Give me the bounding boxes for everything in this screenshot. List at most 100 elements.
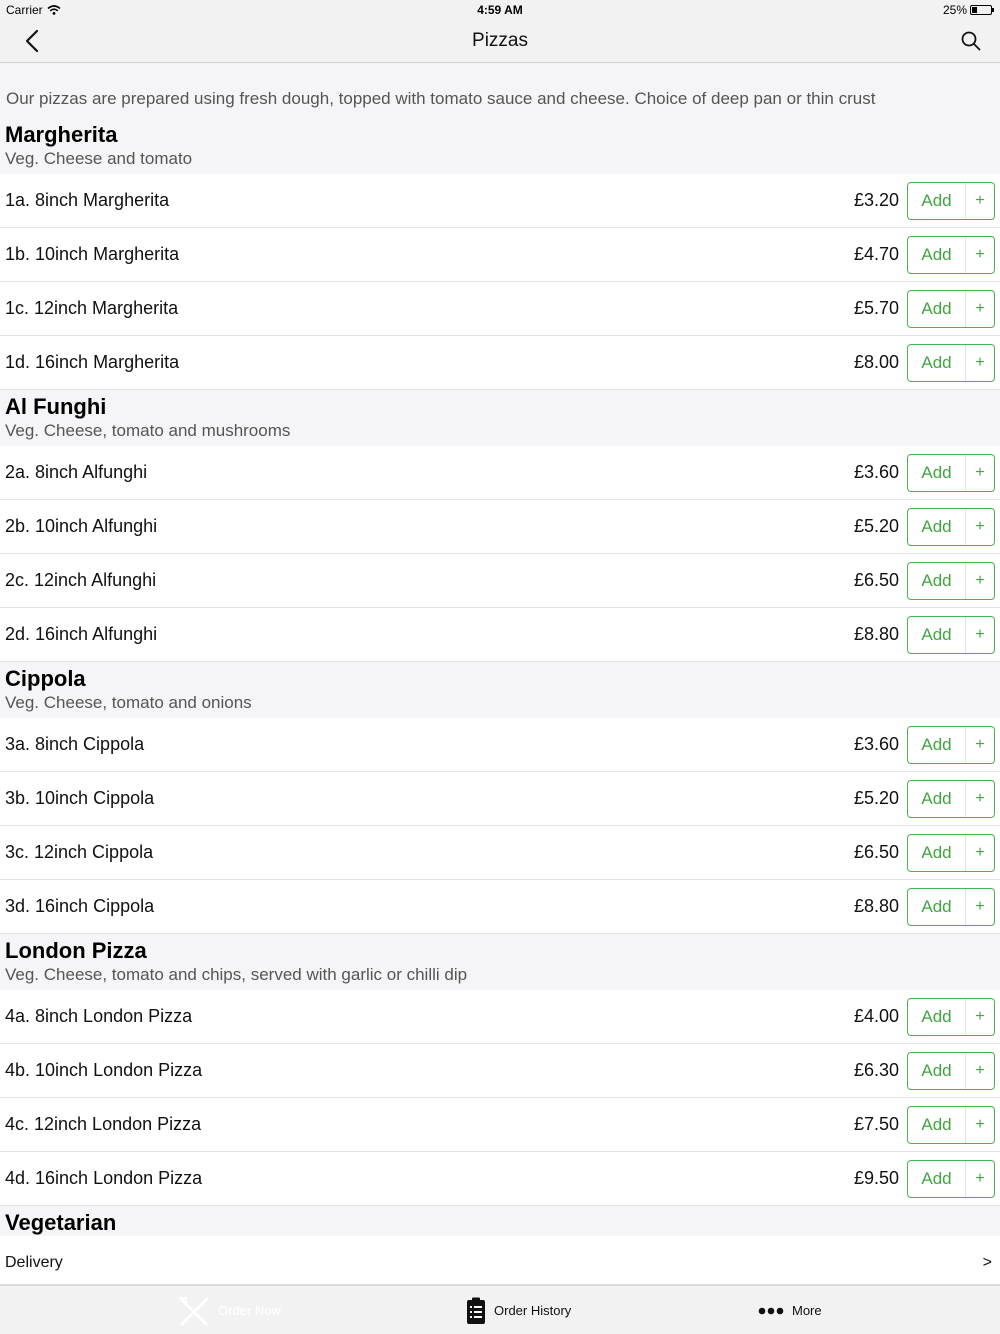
menu-item-row[interactable]: 2b. 10inch Alfunghi £5.20 Add +: [0, 500, 1000, 554]
item-price: £5.20: [853, 788, 899, 808]
tab-bar: Order Now Order History More: [0, 1285, 1000, 1334]
section-title: Margherita: [5, 122, 118, 147]
search-icon[interactable]: [960, 30, 982, 52]
add-button[interactable]: Add +: [907, 454, 995, 492]
item-price: £5.20: [853, 516, 899, 536]
section-header: Vegetarian: [0, 1206, 1000, 1236]
item-name: 4c. 12inch London Pizza: [5, 1114, 202, 1134]
menu-sections: Margherita Veg. Cheese and tomato 1a. 8inc…: [0, 118, 1000, 1236]
add-button-label: Add: [908, 455, 966, 491]
menu-item-row[interactable]: 3b. 10inch Cippola £5.20 Add +: [0, 772, 1000, 826]
battery-indicator: 25%: [942, 3, 994, 17]
delivery-option[interactable]: Delivery >: [0, 1241, 1000, 1285]
item-name: 3a. 8inch Cippola: [5, 734, 145, 754]
menu-item-row[interactable]: 3d. 16inch Cippola £8.80 Add +: [0, 880, 1000, 934]
add-button[interactable]: Add +: [907, 726, 995, 764]
section-header: London Pizza Veg. Cheese, tomato and chip…: [0, 934, 1000, 990]
item-price: £5.70: [853, 298, 899, 318]
add-button[interactable]: Add +: [907, 616, 995, 654]
item-price: £4.00: [853, 1006, 899, 1026]
menu-item-row[interactable]: 4c. 12inch London Pizza £7.50 Add +: [0, 1098, 1000, 1152]
menu-item-row[interactable]: 2d. 16inch Alfunghi £8.80 Add +: [0, 608, 1000, 662]
menu-item-row[interactable]: 1a. 8inch Margherita £3.20 Add +: [0, 174, 1000, 228]
item-name: 2b. 10inch Alfunghi: [5, 516, 158, 536]
item-price: £8.00: [853, 352, 899, 372]
menu-list[interactable]: Our pizzas are prepared using fresh doug…: [0, 63, 1000, 1241]
item-name: 3d. 16inch Cippola: [5, 896, 155, 916]
add-button-label: Add: [908, 835, 966, 871]
plus-icon: +: [975, 1062, 985, 1079]
section-description: Veg. Cheese, tomato and chips, served wi…: [5, 965, 468, 984]
section-header: Al Funghi Veg. Cheese, tomato and mushroo…: [0, 390, 1000, 446]
item-price: £3.60: [853, 734, 899, 754]
add-button[interactable]: Add +: [907, 1160, 995, 1198]
item-name: 2d. 16inch Alfunghi: [5, 624, 158, 644]
tab-more-label: More: [792, 1303, 822, 1318]
item-price: £6.30: [853, 1060, 899, 1080]
item-price: £6.50: [853, 570, 899, 590]
plus-icon: +: [975, 246, 985, 263]
plus-icon: +: [975, 518, 985, 535]
section-title: Cippola: [5, 666, 86, 691]
section-header: Cippola Veg. Cheese, tomato and onions: [0, 662, 1000, 718]
add-button-label: Add: [908, 237, 966, 273]
add-button[interactable]: Add +: [907, 182, 995, 220]
status-bar: Carrier 4:59 AM 25%: [0, 0, 1000, 20]
menu-item-row[interactable]: 4d. 16inch London Pizza £9.50 Add +: [0, 1152, 1000, 1206]
tab-order-history-label: Order History: [494, 1303, 572, 1318]
menu-item-row[interactable]: 2a. 8inch Alfunghi £3.60 Add +: [0, 446, 1000, 500]
section-description: Veg. Cheese and tomato: [5, 149, 193, 168]
add-button-label: Add: [908, 509, 966, 545]
add-button-label: Add: [908, 345, 966, 381]
tab-order-history[interactable]: Order History: [466, 1286, 571, 1334]
section-description: Veg. Cheese, tomato and onions: [5, 693, 252, 712]
plus-icon: +: [975, 1170, 985, 1187]
add-button-label: Add: [908, 291, 966, 327]
tab-order-now-label: Order Now: [218, 1303, 281, 1318]
item-name: 4b. 10inch London Pizza: [5, 1060, 203, 1080]
plus-icon: +: [975, 790, 985, 807]
plus-icon: +: [975, 1008, 985, 1025]
add-button-label: Add: [908, 781, 966, 817]
tab-more[interactable]: More: [758, 1286, 822, 1334]
tab-order-now[interactable]: Order Now: [178, 1286, 281, 1334]
add-button-label: Add: [908, 999, 966, 1035]
menu-item-row[interactable]: 1d. 16inch Margherita £8.00 Add +: [0, 336, 1000, 390]
add-button[interactable]: Add +: [907, 562, 995, 600]
add-button[interactable]: Add +: [907, 508, 995, 546]
add-button[interactable]: Add +: [907, 236, 995, 274]
add-button[interactable]: Add +: [907, 998, 995, 1036]
plus-icon: +: [975, 572, 985, 589]
add-button[interactable]: Add +: [907, 888, 995, 926]
menu-item-row[interactable]: 3c. 12inch Cippola £6.50 Add +: [0, 826, 1000, 880]
item-price: £4.70: [853, 244, 899, 264]
add-button[interactable]: Add +: [907, 344, 995, 382]
battery-icon: [970, 5, 994, 15]
chevron-right-icon: >: [982, 1254, 992, 1271]
item-price: £9.50: [853, 1168, 899, 1188]
category-intro: Our pizzas are prepared using fresh doug…: [0, 63, 1000, 118]
menu-item-row[interactable]: 2c. 12inch Alfunghi £6.50 Add +: [0, 554, 1000, 608]
section-title: London Pizza: [5, 938, 147, 963]
menu-item-row[interactable]: 1b. 10inch Margherita £4.70 Add +: [0, 228, 1000, 282]
menu-item-row[interactable]: 1c. 12inch Margherita £5.70 Add +: [0, 282, 1000, 336]
plus-icon: +: [975, 300, 985, 317]
add-button[interactable]: Add +: [907, 1052, 995, 1090]
menu-item-row[interactable]: 4b. 10inch London Pizza £6.30 Add +: [0, 1044, 1000, 1098]
add-button-label: Add: [908, 1107, 966, 1143]
add-button[interactable]: Add +: [907, 290, 995, 328]
battery-percent: 25%: [942, 3, 967, 17]
item-price: £3.60: [853, 462, 899, 482]
add-button[interactable]: Add +: [907, 834, 995, 872]
add-button-label: Add: [908, 1161, 966, 1197]
item-name: 3c. 12inch Cippola: [5, 842, 154, 862]
menu-item-row[interactable]: 4a. 8inch London Pizza £4.00 Add +: [0, 990, 1000, 1044]
plus-icon: +: [975, 1116, 985, 1133]
item-name: 2a. 8inch Alfunghi: [5, 462, 148, 482]
add-button[interactable]: Add +: [907, 1106, 995, 1144]
menu-item-row[interactable]: 3a. 8inch Cippola £3.60 Add +: [0, 718, 1000, 772]
section-description: Veg. Cheese, tomato and mushrooms: [5, 421, 291, 440]
add-button-label: Add: [908, 727, 966, 763]
add-button[interactable]: Add +: [907, 780, 995, 818]
item-name: 1a. 8inch Margherita: [5, 190, 170, 210]
